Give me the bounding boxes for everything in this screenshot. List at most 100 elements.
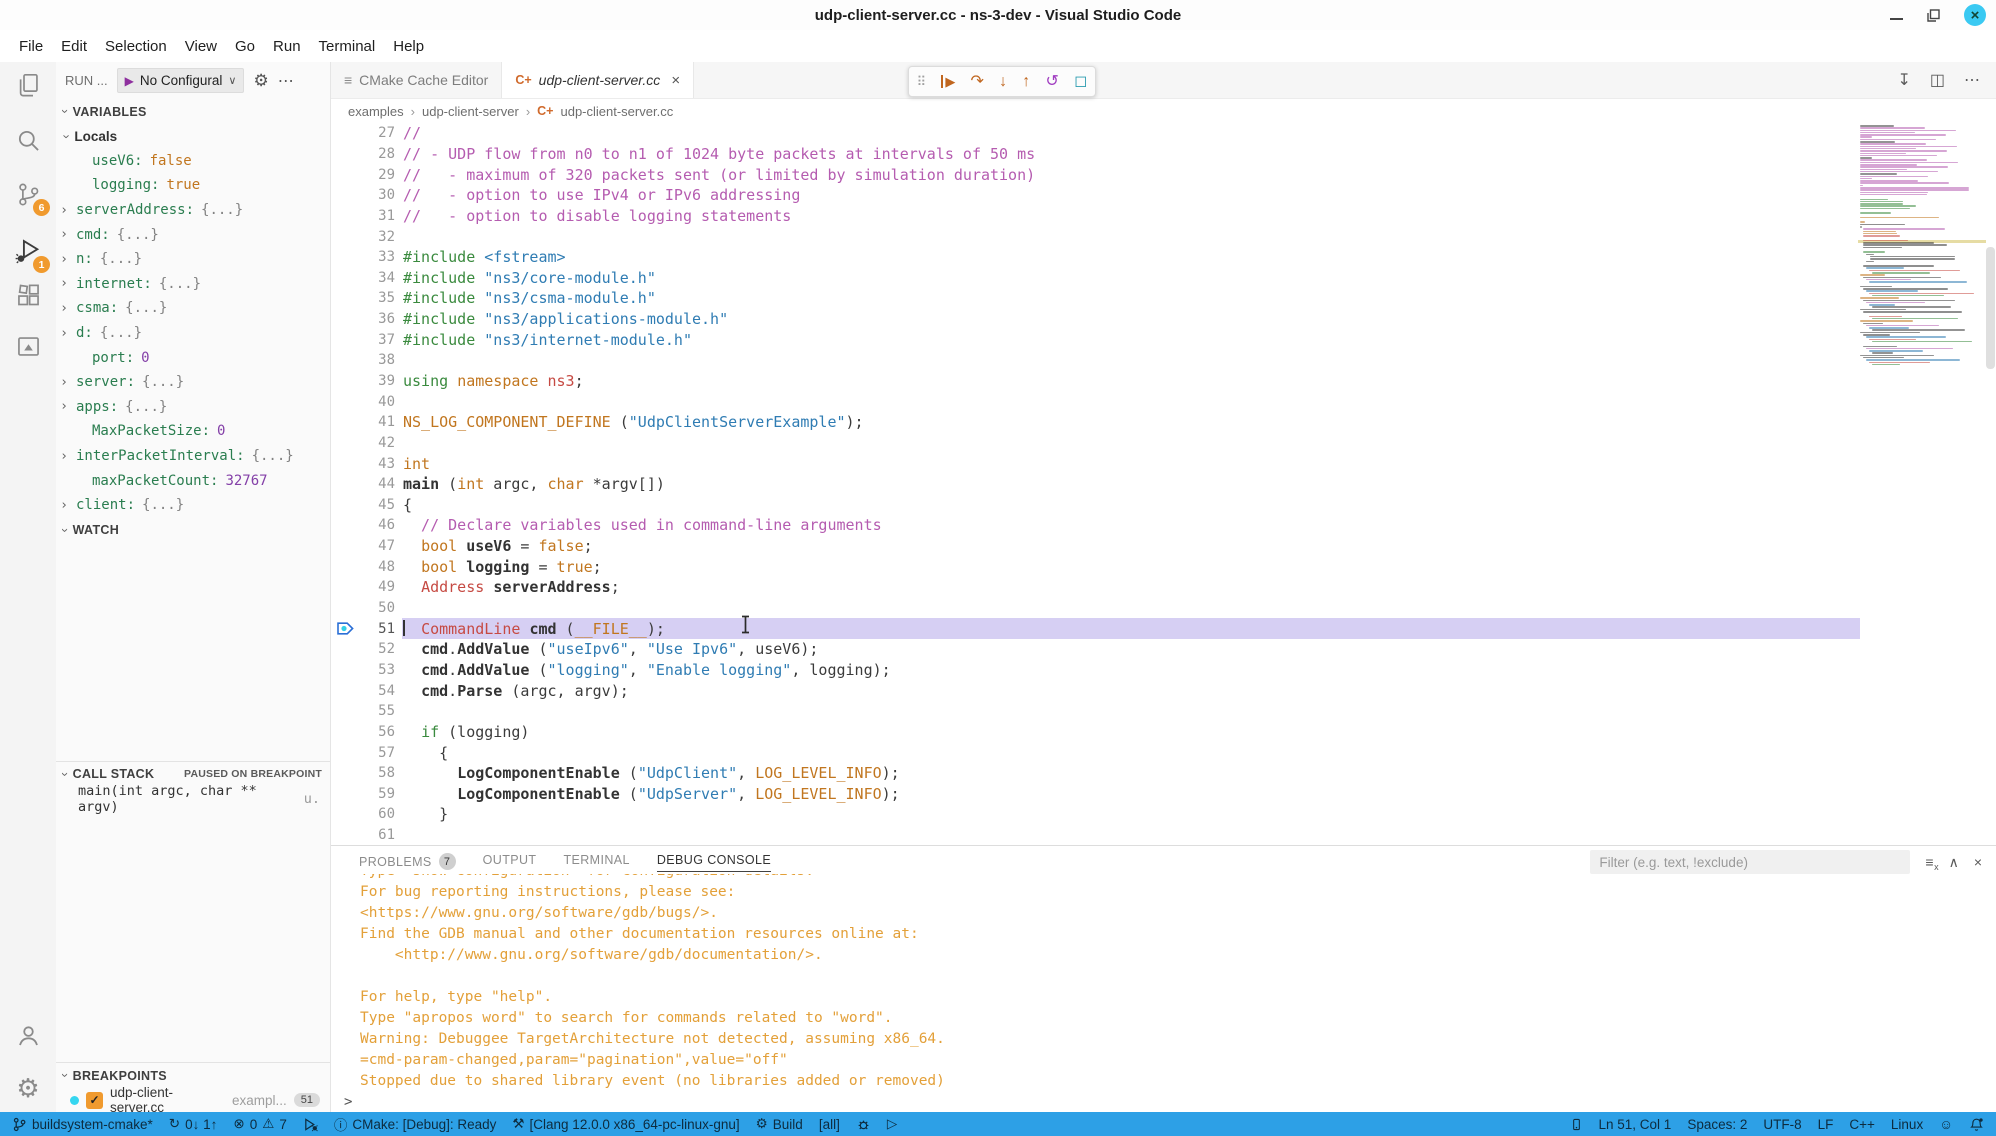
code-line[interactable]: 58 LogComponentEnable ("UdpClient", LOG_… [331,763,1860,784]
tree-chevron-icon[interactable]: › [56,326,72,341]
variable-row[interactable]: ›n:{...} [56,247,330,272]
code-line[interactable]: 30// - option to use IPv4 or IPv6 addres… [331,185,1860,206]
variable-row[interactable]: ›serverAddress:{...} [56,198,330,223]
status-problems[interactable]: ⊗0⚠7 [233,1116,286,1132]
status-cursor-position[interactable]: Ln 51, Col 1 [1599,1117,1672,1132]
status-indentation[interactable]: Spaces: 2 [1687,1117,1747,1132]
tree-chevron-icon[interactable]: › [56,449,72,464]
variable-row[interactable]: ›internet:{...} [56,272,330,297]
code-editor[interactable]: 27//28// - UDP flow from n0 to n1 of 102… [331,123,1996,845]
variable-row[interactable]: ›server:{...} [56,370,330,395]
configure-gear-icon[interactable]: ⚙ [253,71,268,91]
launch-config-dropdown[interactable]: ▶ No Configural ∨ [117,68,245,93]
status-os-indicator[interactable]: Linux [1891,1117,1923,1132]
breadcrumb-file[interactable]: udp-client-server.cc [560,104,673,119]
debug-current-line-icon[interactable] [331,620,361,637]
menu-file[interactable]: File [10,34,52,59]
code-line[interactable]: 60 } [331,804,1860,825]
status-sync-changes[interactable]: ↻0↓ 1↑ [169,1116,218,1132]
step-out-icon[interactable]: ↑ [1022,74,1030,90]
breadcrumb-examples[interactable]: examples [348,104,404,119]
status-language-mode[interactable]: C++ [1849,1117,1875,1132]
status-cmake-kit[interactable]: ⚒[Clang 12.0.0 x86_64-pc-linux-gnu] [512,1116,739,1132]
callstack-frame[interactable]: main(int argc, char ** argv) u. [56,787,330,812]
step-into-icon[interactable]: ↓ [999,74,1007,90]
code-line[interactable]: 50 [331,598,1860,619]
minimize-icon[interactable] [1890,18,1903,20]
tree-chevron-icon[interactable]: › [56,276,72,291]
maximize-panel-icon[interactable]: ∧ [1949,854,1959,871]
code-line[interactable]: 39using namespace ns3; [331,371,1860,392]
editor-scrollbar[interactable] [1986,247,1995,369]
run-and-debug-icon[interactable]: 1 [8,231,48,271]
panel-tab-terminal[interactable]: TERMINAL [563,853,629,871]
tree-chevron-icon[interactable]: › [56,252,72,267]
variable-row[interactable]: ›client:{...} [56,493,330,518]
code-line[interactable]: 44main (int argc, char *argv[]) [331,474,1860,495]
status-cmake-status[interactable]: ⓘCMake: [Debug]: Ready [334,1114,497,1134]
tab-close-icon[interactable]: × [671,72,680,89]
code-line[interactable]: 55 [331,701,1860,722]
account-icon[interactable] [8,1015,48,1055]
status-encoding[interactable]: UTF-8 [1763,1117,1801,1132]
restart-icon[interactable]: ↺ [1045,74,1058,90]
code-line[interactable]: 34#include "ns3/core-module.h" [331,267,1860,288]
tree-chevron-icon[interactable]: › [56,227,72,242]
code-line[interactable]: 52 cmd.AddValue ("useIpv6", "Use Ipv6", … [331,639,1860,660]
breakpoint-item[interactable]: ✓ udp-client-server.cc exampl... 51 [56,1088,330,1112]
variable-row[interactable]: MaxPacketSize:0 [56,419,330,444]
step-over-icon[interactable]: ↷ [971,74,984,90]
tree-chevron-icon[interactable]: › [56,375,72,390]
menu-help[interactable]: Help [384,34,433,59]
status-git-branch[interactable]: buildsystem-cmake* [12,1117,153,1132]
tree-chevron-icon[interactable]: › [56,301,72,316]
menu-edit[interactable]: Edit [52,34,96,59]
tree-chevron-icon[interactable]: › [56,399,72,414]
code-line[interactable]: 49 Address serverAddress; [331,577,1860,598]
menu-terminal[interactable]: Terminal [310,34,385,59]
stop-icon[interactable]: ◻ [1074,74,1087,90]
variable-row[interactable]: ›interPacketInterval:{...} [56,444,330,469]
close-icon[interactable]: × [1964,4,1986,26]
run-file-icon[interactable]: ↧ [1897,70,1910,90]
watch-section-header[interactable]: › WATCH [56,518,330,543]
status-remote-indicator[interactable] [1570,1117,1583,1132]
editor-more-icon[interactable]: ⋯ [1964,70,1980,90]
tab-cmake-cache-editor[interactable]: ≡ CMake Cache Editor [331,62,501,98]
code-line[interactable]: 40 [331,391,1860,412]
status-build-button[interactable]: ⚙Build [756,1116,803,1132]
extensions-icon[interactable] [8,275,48,315]
clear-console-icon[interactable]: ≡x [1925,854,1933,870]
code-line[interactable]: 45{ [331,495,1860,516]
cmake-panel-icon[interactable] [8,326,48,366]
code-line[interactable]: 57 { [331,742,1860,763]
panel-tab-problems[interactable]: PROBLEMS7 [359,853,456,874]
source-control-icon[interactable]: 6 [8,174,48,214]
code-line[interactable]: 32 [331,226,1860,247]
tab-udp-client-server[interactable]: C+ udp-client-server.cc × [501,62,694,98]
drag-handle-icon[interactable]: ⠿ [917,75,927,88]
locals-scope[interactable]: › Locals [56,124,330,149]
code-line[interactable]: 61 [331,825,1860,845]
code-line[interactable]: 41NS_LOG_COMPONENT_DEFINE ("UdpClientSer… [331,412,1860,433]
status-debug-target[interactable] [303,1117,318,1132]
code-line[interactable]: 31// - option to disable logging stateme… [331,206,1860,227]
code-line[interactable]: 56 if (logging) [331,722,1860,743]
code-line[interactable]: 35#include "ns3/csma-module.h" [331,288,1860,309]
variable-row[interactable]: ›csma:{...} [56,296,330,321]
panel-tab-debug-console[interactable]: DEBUG CONSOLE [657,853,771,872]
menu-selection[interactable]: Selection [96,34,176,59]
status-launch-button[interactable]: ▷ [887,1116,897,1132]
variable-row[interactable]: port:0 [56,345,330,370]
debug-console-output[interactable]: Type "show configuration" for configurat… [331,874,1996,1092]
explorer-icon[interactable] [8,65,48,105]
code-line[interactable]: 59 LogComponentEnable ("UdpServer", LOG_… [331,784,1860,805]
variable-row[interactable]: useV6:false [56,149,330,174]
close-panel-icon[interactable]: × [1974,854,1982,870]
variable-row[interactable]: logging:true [56,173,330,198]
code-line[interactable]: 33#include <fstream> [331,247,1860,268]
code-line[interactable]: 37#include "ns3/internet-module.h" [331,329,1860,350]
breakpoint-checkbox[interactable]: ✓ [86,1092,103,1109]
code-line[interactable]: 29// - maximum of 320 packets sent (or l… [331,164,1860,185]
tree-chevron-icon[interactable]: › [56,498,72,513]
